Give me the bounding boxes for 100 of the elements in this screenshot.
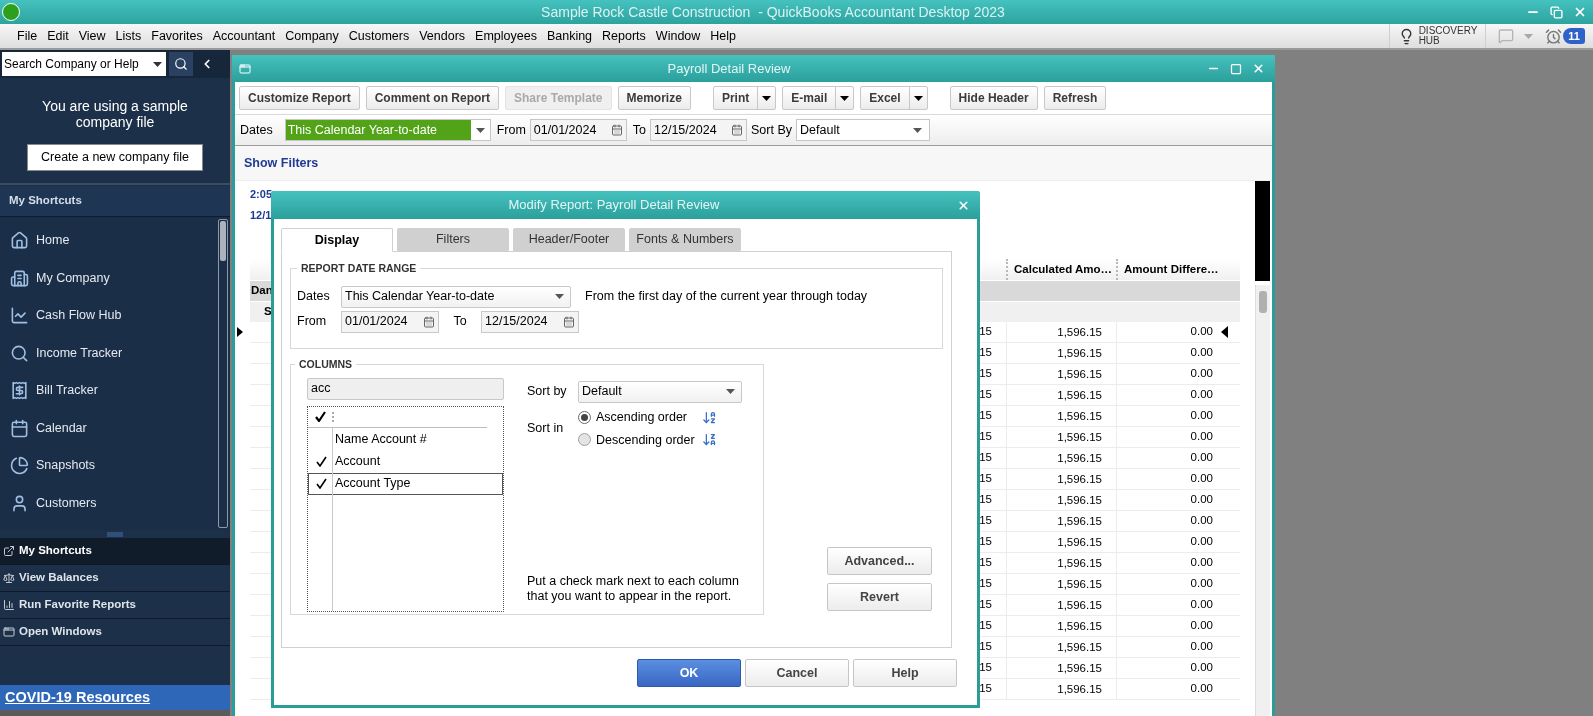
toolbar-button[interactable]: Hide Header (949, 86, 1038, 110)
menu-item[interactable]: View (73, 26, 111, 46)
check-all-icon[interactable] (314, 411, 326, 423)
menu-item[interactable]: Company (280, 26, 344, 46)
shortcut-item[interactable]: Home (0, 222, 218, 260)
radio-label[interactable]: Ascending order (596, 407, 688, 427)
toolbar-button[interactable]: E-mail (782, 86, 855, 110)
show-filters-link[interactable]: Show Filters (244, 153, 319, 173)
sort-by-select[interactable]: Default (796, 119, 931, 141)
calendar-icon[interactable] (610, 124, 623, 136)
table-cell-text: 0.00 (1189, 534, 1213, 550)
dialog-side-button[interactable]: Revert (827, 583, 932, 611)
tab[interactable]: Fonts & Numbers (629, 228, 741, 251)
tab[interactable]: Filters (397, 228, 509, 251)
chat-icon[interactable] (1498, 28, 1515, 44)
table-cell: 1,596.15 (1006, 385, 1116, 405)
covid-link[interactable]: COVID-19 Resources (5, 686, 151, 709)
calendar-icon (10, 418, 29, 438)
menu-item[interactable]: Customers (343, 26, 415, 46)
discovery-hub-button[interactable]: DISCOVERY HUB (1388, 24, 1487, 48)
shortcut-item[interactable]: Snapshots (0, 447, 218, 485)
window-menu-icon[interactable] (239, 62, 251, 75)
dates-select[interactable]: This Calendar Year-to-date (341, 285, 571, 308)
toolbar-button[interactable]: Memorize (617, 86, 691, 110)
radio-button[interactable] (578, 410, 591, 424)
shortcut-item[interactable]: Income Tracker (0, 334, 218, 372)
maximize-icon[interactable] (1230, 62, 1242, 75)
shortcut-item[interactable]: Bill Tracker (0, 372, 218, 410)
column-name: Account Type (334, 475, 411, 493)
sort-ascending-icon[interactable] (702, 409, 717, 425)
window-title: Sample Rock Castle Construction - QuickBooks Accountant Desktop 2023 (541, 2, 1005, 22)
shortcut-item[interactable]: Customers (0, 484, 218, 522)
toolbar-button[interactable]: Refresh (1043, 86, 1107, 110)
table-cell-text: 15 (978, 618, 993, 634)
shortcut-item[interactable]: My Company (0, 259, 218, 297)
from-date-field[interactable]: 01/01/2024 (529, 119, 627, 141)
menu-item[interactable]: Reports (597, 26, 651, 46)
from-label: From (496, 121, 526, 139)
column-list-item[interactable]: Account Type (308, 472, 503, 495)
scrollbar[interactable] (218, 219, 228, 528)
table-cell-text: 0.00 (1189, 366, 1213, 382)
dialog-button[interactable]: OK (637, 659, 741, 687)
calendar-icon[interactable] (563, 315, 575, 328)
windows-icon (3, 626, 15, 638)
checkmark-icon[interactable] (315, 478, 327, 490)
menu-item[interactable]: Favorites (146, 26, 208, 46)
table-cell-text: 0.00 (1189, 324, 1213, 340)
table-cell: 1,596.15 (1006, 406, 1116, 426)
sort-by-select[interactable]: Default (578, 380, 742, 403)
calendar-icon[interactable] (423, 315, 435, 328)
company-icon (10, 268, 29, 288)
table-cell-text: 0.00 (1189, 681, 1213, 697)
alarm-clock-icon[interactable] (1545, 27, 1563, 45)
shortcut-item[interactable]: Calendar (0, 409, 218, 447)
calendar-icon[interactable] (731, 124, 744, 136)
close-icon[interactable] (1573, 5, 1587, 19)
report-title: Payroll Detail Review (667, 59, 791, 78)
toolbar-button[interactable]: Print (712, 86, 777, 110)
scroll-thumb[interactable] (1259, 291, 1267, 313)
radio-button[interactable] (578, 433, 591, 447)
menu-item[interactable]: Employees (470, 26, 542, 46)
sort-descending-icon[interactable] (702, 432, 717, 448)
notice-text: You are using a sample company file (41, 98, 189, 130)
menu-item[interactable]: Help (705, 26, 742, 46)
toolbar-button[interactable]: Excel (860, 86, 928, 110)
search-icon (174, 57, 188, 71)
column-list-item[interactable]: Account (308, 450, 503, 473)
column-search-field[interactable]: acc (307, 377, 504, 400)
table-cell-text: 0.00 (1189, 639, 1213, 655)
dialog-button[interactable]: Cancel (745, 659, 849, 687)
column-list[interactable]: Name Account # Account Account Type (307, 405, 504, 612)
dialog-button[interactable]: Help (853, 659, 957, 687)
checkmark-icon[interactable] (315, 456, 327, 468)
menu-item[interactable]: Edit (42, 26, 74, 46)
create-company-button[interactable]: Create a new company file (27, 144, 203, 171)
menu-item[interactable]: Window (650, 26, 706, 46)
menu-item[interactable]: Banking (541, 26, 598, 46)
menu-item[interactable]: Accountant (207, 26, 281, 46)
menu-item[interactable]: Lists (110, 26, 147, 46)
close-icon[interactable] (957, 198, 970, 212)
radio-label[interactable]: Descending order (596, 430, 695, 450)
toolbar-button[interactable]: Comment on Report (365, 86, 500, 110)
column-resize-handle[interactable] (332, 411, 334, 422)
search-button[interactable] (169, 52, 193, 76)
tab[interactable]: Display (281, 228, 393, 252)
restore-icon[interactable] (1550, 5, 1563, 19)
toolbar-button[interactable]: Customize Report (239, 86, 360, 110)
column-list-item[interactable]: Name Account # (308, 428, 503, 451)
scroll-thumb[interactable] (220, 221, 226, 261)
from-date-field[interactable]: 01/01/2024 (341, 310, 439, 333)
dialog-side-button[interactable]: Advanced... (827, 547, 932, 575)
nav-item[interactable]: My Shortcuts (0, 538, 230, 565)
tab[interactable]: Header/Footer (513, 228, 625, 251)
search-field[interactable]: Search Company or Help (2, 52, 166, 76)
to-date-field[interactable]: 12/15/2024 (481, 310, 579, 333)
close-icon[interactable] (1252, 62, 1265, 75)
menu-item[interactable]: File (12, 26, 43, 46)
shortcut-item[interactable]: Cash Flow Hub (0, 297, 218, 335)
to-date-field[interactable]: 12/15/2024 (650, 119, 748, 141)
menu-item[interactable]: Vendors (414, 26, 471, 46)
